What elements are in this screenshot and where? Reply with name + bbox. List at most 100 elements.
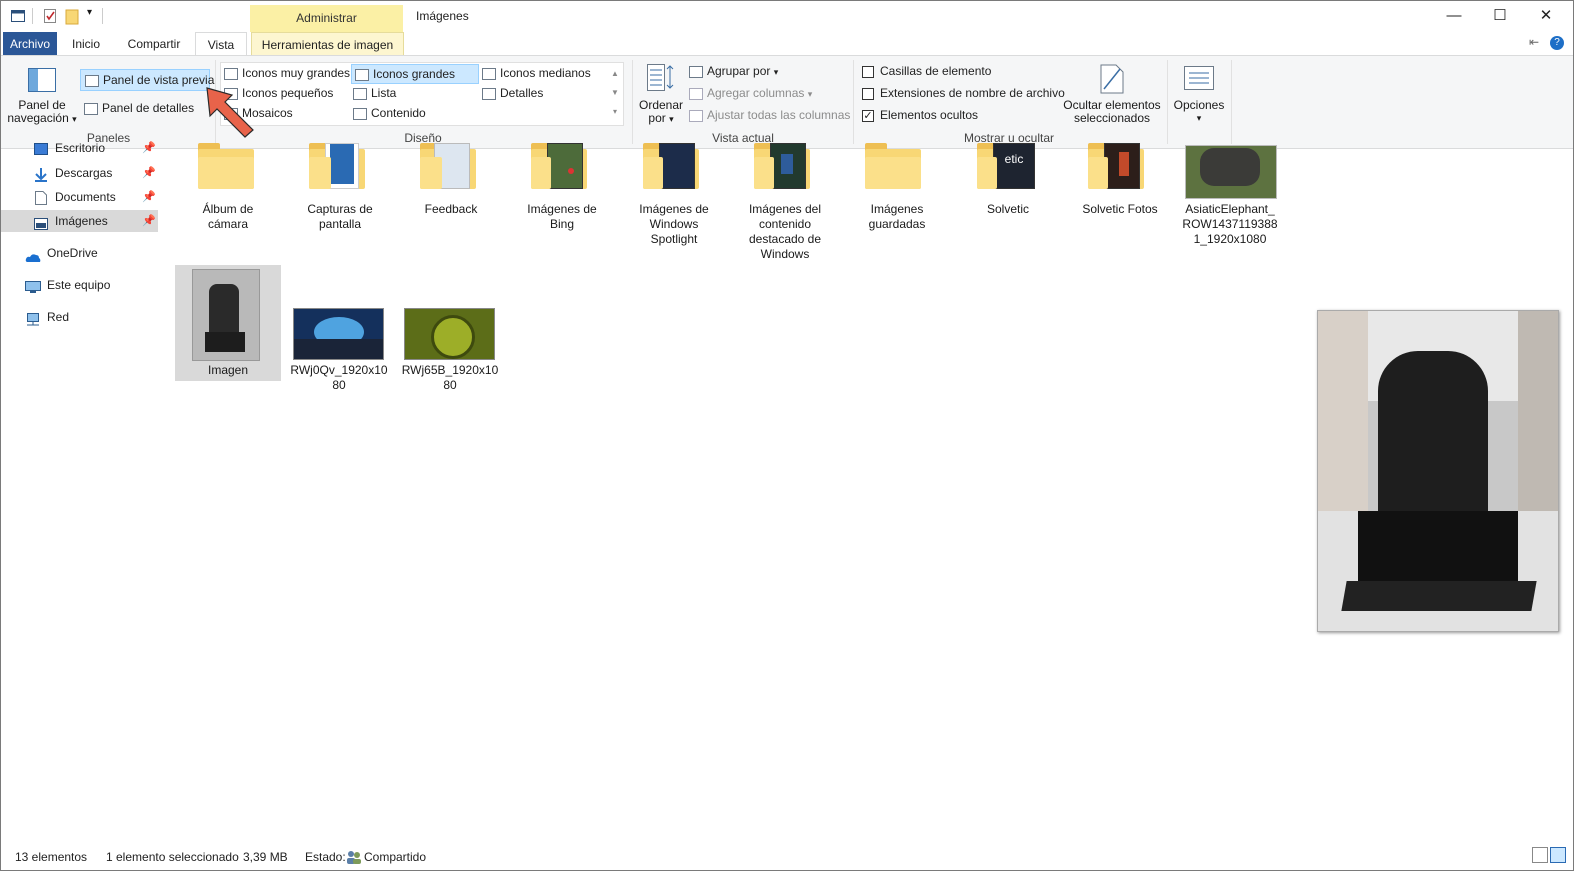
navigation-pane-label-2: navegación bbox=[7, 111, 69, 125]
tab-herramientas-de-imagen[interactable]: Herramientas de imagen bbox=[251, 32, 404, 57]
file-extensions-option[interactable]: Extensiones de nombre de archivo bbox=[862, 86, 1065, 100]
folder-solvetic[interactable]: Solvetic bbox=[955, 202, 1061, 217]
minimize-button[interactable]: — bbox=[1431, 4, 1477, 28]
layout-option-list[interactable]: Lista bbox=[353, 86, 396, 100]
pin-ribbon-icon[interactable]: ⇤ bbox=[1529, 35, 1539, 49]
cloud-icon bbox=[25, 248, 41, 262]
item-label: Capturas de bbox=[307, 202, 373, 216]
pin-icon[interactable]: 📌 bbox=[142, 162, 156, 184]
folder-capturas-de-pantalla[interactable]: Capturas de pantalla bbox=[287, 202, 393, 232]
item-label: 80 bbox=[332, 378, 346, 392]
scroll-down-icon[interactable]: ▼ bbox=[609, 83, 621, 102]
large-icons-view-toggle[interactable] bbox=[1550, 847, 1566, 863]
fit-columns-button[interactable]: Ajustar todas las columnas bbox=[689, 108, 850, 122]
layout-option-extra-large[interactable]: Iconos muy grandes bbox=[224, 66, 350, 80]
details-pane-button[interactable]: Panel de detalles bbox=[80, 98, 194, 118]
item-label: guardadas bbox=[868, 217, 926, 231]
status-state-label: Estado: bbox=[305, 850, 346, 864]
details-view-toggle[interactable] bbox=[1532, 847, 1548, 863]
preview-pane-icon bbox=[85, 74, 99, 87]
network-icon bbox=[25, 311, 39, 326]
folder-feedback[interactable]: Feedback bbox=[398, 202, 504, 217]
add-columns-button[interactable]: Agregar columnas ▾ bbox=[689, 86, 812, 101]
nav-item-onedrive[interactable]: OneDrive bbox=[1, 242, 158, 264]
pin-icon[interactable]: 📌 bbox=[142, 186, 156, 208]
nav-item-red[interactable]: Red bbox=[1, 306, 158, 328]
nav-item-label: Este equipo bbox=[47, 278, 111, 292]
sort-by-button[interactable]: Ordenar por ▾ bbox=[637, 62, 683, 126]
nav-item-label: Escritorio bbox=[55, 141, 106, 155]
medium-icons-icon bbox=[482, 67, 496, 80]
layout-option-details[interactable]: Detalles bbox=[482, 86, 543, 100]
customize-qat-icon[interactable]: ▾ bbox=[87, 7, 92, 18]
layout-option-large[interactable]: Iconos grandes bbox=[351, 64, 479, 84]
app-window-icon[interactable] bbox=[11, 9, 25, 23]
preview-pane-button[interactable]: Panel de vista previa bbox=[80, 69, 214, 91]
layout-option-medium[interactable]: Iconos medianos bbox=[482, 66, 591, 80]
close-button[interactable]: ✕ bbox=[1523, 4, 1569, 28]
folder-solvetic-fotos[interactable]: Solvetic Fotos bbox=[1067, 202, 1173, 217]
status-size: 3,39 MB bbox=[243, 850, 288, 864]
preview-pane-label: Panel de vista previa bbox=[103, 73, 215, 87]
properties-icon[interactable] bbox=[43, 9, 57, 23]
group-separator bbox=[632, 60, 633, 144]
hidden-items-option[interactable]: ✓ Elementos ocultos bbox=[862, 108, 978, 122]
nav-item-descargas[interactable]: Descargas 📌 bbox=[1, 162, 158, 184]
layout-gallery-scroll[interactable]: ▲ ▼ ▾ bbox=[609, 64, 621, 121]
dropdown-arrow-icon: ▾ bbox=[72, 114, 77, 124]
file-asiatic-elephant[interactable]: AsiaticElephant_ ROW1437119388 1_1920x1080 bbox=[1177, 202, 1283, 247]
item-label: Spotlight bbox=[650, 232, 698, 246]
file-rwj0qv[interactable]: RWj0Qv_1920x10 80 bbox=[286, 265, 392, 395]
item-checkboxes-checkbox[interactable] bbox=[862, 65, 874, 78]
help-icon[interactable]: ? bbox=[1550, 36, 1564, 50]
folder-imagenes-de-windows-spotlight[interactable]: Imágenes de Windows Spotlight bbox=[621, 202, 727, 247]
nav-item-documents[interactable]: Documents 📌 bbox=[1, 186, 158, 208]
tab-inicio[interactable]: Inicio bbox=[63, 32, 109, 56]
group-separator bbox=[1167, 60, 1168, 144]
item-checkboxes-option[interactable]: Casillas de elemento bbox=[862, 64, 991, 78]
list-icon bbox=[353, 87, 367, 100]
folder-imagenes-del-contenido-destacado[interactable]: Imágenes del contenido destacado de Windows bbox=[732, 202, 838, 262]
desktop-icon bbox=[34, 142, 48, 155]
details-icon bbox=[482, 87, 496, 100]
folder-preview-thumbnail bbox=[770, 143, 806, 189]
nav-item-imagenes[interactable]: Imágenes 📌 bbox=[1, 210, 158, 232]
folder-imagenes-de-bing[interactable]: Imágenes de Bing bbox=[509, 202, 615, 232]
folder-icon bbox=[754, 143, 810, 189]
item-label: Feedback bbox=[424, 202, 478, 216]
item-label: Imágenes bbox=[870, 202, 924, 216]
options-button[interactable]: Opciones ▾ bbox=[1171, 62, 1227, 126]
tab-compartir[interactable]: Compartir bbox=[119, 32, 189, 56]
layout-option-content[interactable]: Contenido bbox=[353, 106, 426, 120]
fit-columns-label: Ajustar todas las columnas bbox=[707, 108, 851, 122]
hidden-items-checkbox[interactable]: ✓ bbox=[862, 109, 874, 122]
hide-selected-button[interactable]: Ocultar elementos seleccionados bbox=[1063, 62, 1161, 126]
navigation-pane-button[interactable]: Panel de navegación ▾ bbox=[7, 60, 77, 126]
folder-imagenes-guardadas[interactable]: Imágenes guardadas bbox=[844, 202, 950, 232]
title-bar: ▾ Administrar Imágenes — ☐ ✕ bbox=[1, 1, 1573, 32]
tab-archivo[interactable]: Archivo bbox=[3, 32, 57, 56]
new-folder-icon[interactable] bbox=[65, 9, 79, 25]
dropdown-arrow-icon: ▾ bbox=[773, 67, 779, 77]
nav-item-este-equipo[interactable]: Este equipo bbox=[1, 274, 158, 296]
folder-icon bbox=[198, 143, 254, 189]
image-thumbnail bbox=[293, 308, 384, 360]
item-label: 1_1920x1080 bbox=[1193, 232, 1267, 246]
maximize-button[interactable]: ☐ bbox=[1477, 4, 1523, 28]
pin-icon[interactable]: 📌 bbox=[142, 139, 156, 157]
image-thumbnail bbox=[1185, 145, 1277, 199]
fit-columns-icon bbox=[689, 109, 703, 122]
pin-icon[interactable]: 📌 bbox=[142, 210, 156, 232]
item-label: Imágenes de bbox=[639, 202, 709, 216]
nav-item-label: Documents bbox=[55, 190, 116, 204]
scroll-up-icon[interactable]: ▲ bbox=[609, 64, 621, 83]
file-extensions-checkbox[interactable] bbox=[862, 87, 874, 100]
group-by-button[interactable]: Agrupar por ▾ bbox=[689, 64, 778, 79]
folder-album-de-camara[interactable]: Álbum de cámara bbox=[175, 202, 281, 232]
nav-item-escritorio[interactable]: Escritorio 📌 bbox=[1, 139, 158, 157]
gallery-more-icon[interactable]: ▾ bbox=[609, 102, 621, 121]
layout-option-label: Iconos muy grandes bbox=[242, 66, 351, 80]
checkmark-icon: ✓ bbox=[863, 109, 873, 122]
file-rwj65b[interactable]: RWj65B_1920x10 80 bbox=[397, 265, 503, 395]
file-imagen[interactable]: Imagen bbox=[175, 265, 281, 381]
